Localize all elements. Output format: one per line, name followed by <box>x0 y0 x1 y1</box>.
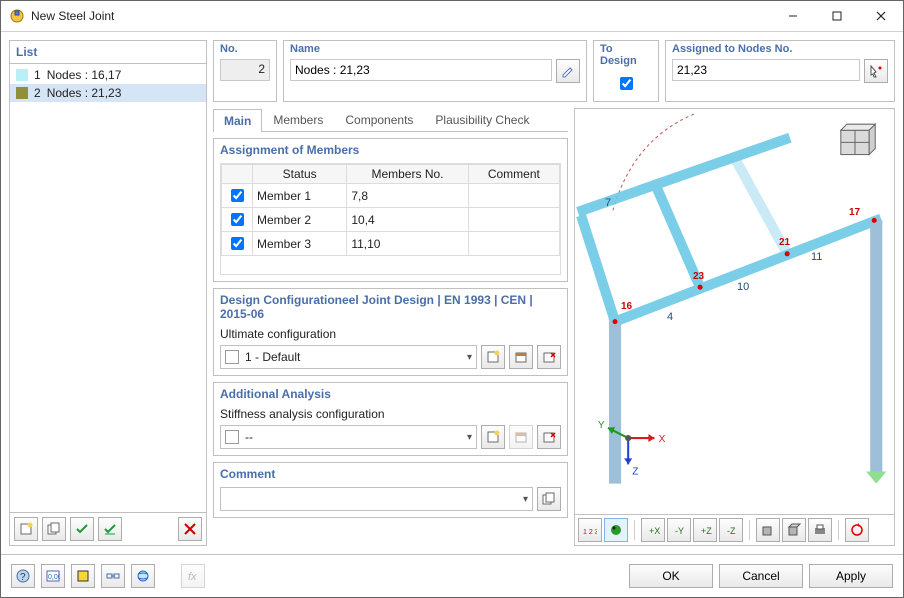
copy-joint-button[interactable] <box>42 517 66 541</box>
view-y-button[interactable]: -Y <box>667 518 691 542</box>
check-all-button[interactable] <box>70 517 94 541</box>
stiff-new-button[interactable] <box>481 425 505 449</box>
view-numbers-button[interactable]: 1 2 3 <box>578 518 602 542</box>
svg-text:+X: +X <box>649 526 660 536</box>
list-item[interactable]: 1 Nodes : 16,17 <box>10 66 206 84</box>
new-joint-button[interactable] <box>14 517 38 541</box>
design-cfg-title: Design Configurationeel Joint Design | E… <box>214 289 567 325</box>
titlebar: New Steel Joint <box>1 1 903 32</box>
tab-components[interactable]: Components <box>334 108 424 131</box>
tab-main[interactable]: Main <box>213 109 262 132</box>
svg-text:Y: Y <box>598 420 605 431</box>
member-label: 4 <box>667 311 673 323</box>
members-table[interactable]: Status Members No. Comment Member 1 7,8 … <box>221 164 560 256</box>
cancel-button[interactable]: Cancel <box>719 564 803 588</box>
ok-button[interactable]: OK <box>629 564 713 588</box>
member-checkbox[interactable] <box>231 189 244 202</box>
assigned-nodes-input[interactable] <box>672 59 860 81</box>
list-panel: List 1 Nodes : 16,17 2 Nodes : 21,23 <box>9 40 207 546</box>
no-value: 2 <box>220 59 270 81</box>
svg-text:-Z: -Z <box>727 526 736 536</box>
to-design-checkbox[interactable] <box>620 77 633 90</box>
svg-text:Z: Z <box>632 467 638 478</box>
member-checkbox[interactable] <box>231 237 244 250</box>
comment-title: Comment <box>214 463 567 485</box>
node-label: 16 <box>621 301 632 312</box>
member-label: 7 <box>605 197 611 209</box>
comment-copy-button[interactable] <box>537 487 561 511</box>
table-row[interactable]: Member 3 11,10 <box>222 232 560 256</box>
app-icon <box>9 8 25 24</box>
additional-title: Additional Analysis <box>214 383 567 405</box>
print-view-button[interactable] <box>808 518 832 542</box>
color-swatch <box>16 87 28 99</box>
tabstrip: MainMembersComponentsPlausibility Check <box>213 108 568 132</box>
edit-name-button[interactable] <box>556 59 580 83</box>
cfg-library-button[interactable] <box>509 345 533 369</box>
maximize-button[interactable] <box>815 1 859 31</box>
table-row[interactable]: Member 1 7,8 <box>222 184 560 208</box>
name-field: Name <box>283 40 587 102</box>
color-swatch <box>16 69 28 81</box>
svg-text:X: X <box>659 434 666 445</box>
function-button: fx <box>181 564 205 588</box>
list-items[interactable]: 1 Nodes : 16,17 2 Nodes : 21,23 <box>10 64 206 512</box>
pick-nodes-button[interactable] <box>864 59 888 83</box>
svg-text:+Z: +Z <box>701 526 712 536</box>
node-label: 17 <box>849 207 860 218</box>
window-title: New Steel Joint <box>31 9 771 23</box>
svg-text:-Y: -Y <box>675 526 684 536</box>
node-label: 23 <box>693 271 704 282</box>
model-canvas[interactable]: X Y Z 16 23 21 17 7 4 10 11 <box>575 109 894 514</box>
close-button[interactable] <box>859 1 903 31</box>
apply-button[interactable]: Apply <box>809 564 893 588</box>
comment-dropdown[interactable]: ▾ <box>220 487 533 511</box>
uncheck-all-button[interactable] <box>98 517 122 541</box>
no-field: No. 2 <box>213 40 277 102</box>
assigned-nodes-field: Assigned to Nodes No. <box>665 40 895 102</box>
list-item[interactable]: 2 Nodes : 21,23 <box>10 84 206 102</box>
reset-view-button[interactable] <box>845 518 869 542</box>
stiff-remove-button[interactable] <box>537 425 561 449</box>
member-label: 10 <box>737 281 749 293</box>
stiffness-cfg-dropdown[interactable]: -- ▾ <box>220 425 477 449</box>
link-button[interactable] <box>101 564 125 588</box>
view-render-button[interactable] <box>604 518 628 542</box>
svg-text:?: ? <box>20 572 26 583</box>
iso-cube-button[interactable] <box>782 518 806 542</box>
ultimate-cfg-dropdown[interactable]: 1 - Default ▾ <box>220 345 477 369</box>
node-label: 21 <box>779 237 790 248</box>
cfg-new-button[interactable] <box>481 345 505 369</box>
list-label: List <box>10 41 206 64</box>
member-label: 11 <box>811 251 822 263</box>
ultimate-cfg-label: Ultimate configuration <box>220 327 561 341</box>
help-button[interactable]: ? <box>11 564 35 588</box>
dialog-footer: ? 0,00 fx OK Cancel Apply <box>1 554 903 597</box>
stiffness-cfg-label: Stiffness analysis configuration <box>220 407 561 421</box>
minimize-button[interactable] <box>771 1 815 31</box>
table-row[interactable]: Member 2 10,4 <box>222 208 560 232</box>
to-design-field: To Design <box>593 40 659 102</box>
cfg-remove-button[interactable] <box>537 345 561 369</box>
member-checkbox[interactable] <box>231 213 244 226</box>
color-button[interactable] <box>71 564 95 588</box>
view-z-button[interactable]: +Z <box>693 518 717 542</box>
view-x-button[interactable]: +X <box>641 518 665 542</box>
units-button[interactable]: 0,00 <box>41 564 65 588</box>
stiff-library-button <box>509 425 533 449</box>
svg-text:fx: fx <box>188 571 197 583</box>
svg-text:1 2 3: 1 2 3 <box>583 529 597 536</box>
view-neg-z-button[interactable]: -Z <box>719 518 743 542</box>
name-input[interactable] <box>290 59 552 81</box>
globe-button[interactable] <box>131 564 155 588</box>
tab-members[interactable]: Members <box>262 108 334 131</box>
tab-plausibility-check[interactable]: Plausibility Check <box>424 108 540 131</box>
members-panel-title: Assignment of Members <box>214 139 567 161</box>
svg-text:0,00: 0,00 <box>48 574 60 581</box>
iso-view-button[interactable] <box>756 518 780 542</box>
preview-panel: X Y Z 16 23 21 17 7 4 10 11 1 2 3 +X -Y +Z <box>574 108 895 546</box>
delete-joint-button[interactable] <box>178 517 202 541</box>
